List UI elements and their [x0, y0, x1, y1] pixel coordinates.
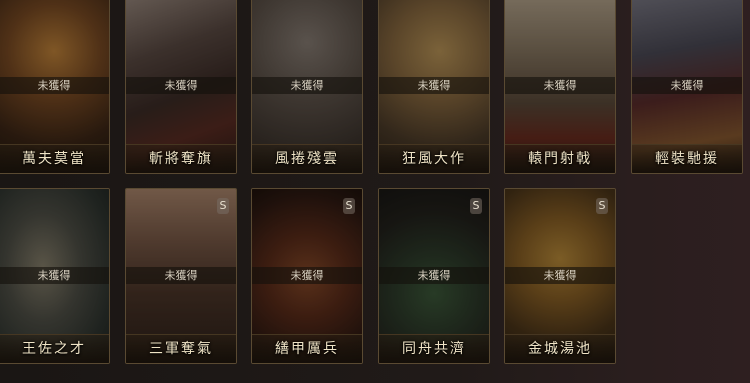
card-name: 斬將奪旗 [149, 151, 213, 167]
tactic-card-shanjia-libing[interactable]: S 未獲得 繕甲厲兵 [251, 188, 363, 364]
card-status: 未獲得 [126, 267, 236, 284]
card-status: 未獲得 [632, 77, 742, 94]
tactic-card-zhanjiang-duoqi[interactable]: 未獲得 斬將奪旗 [125, 0, 237, 174]
card-name: 輕裝馳援 [655, 151, 719, 167]
card-name: 金城湯池 [528, 341, 592, 357]
s-rank-icon: S [596, 198, 608, 214]
tactics-collection-grid: 未獲得 萬夫莫當 未獲得 斬將奪旗 未獲得 風捲殘雲 未獲得 狂風大作 未獲得 … [0, 0, 750, 383]
tactic-card-sanjun-duoqi[interactable]: S 未獲得 三軍奪氣 [125, 188, 237, 364]
card-status: 未獲得 [505, 77, 615, 94]
card-status: 未獲得 [379, 77, 489, 94]
s-rank-icon: S [217, 198, 229, 214]
tactic-card-wanfu-modang[interactable]: 未獲得 萬夫莫當 [0, 0, 110, 174]
card-status: 未獲得 [505, 267, 615, 284]
card-status: 未獲得 [0, 267, 109, 284]
card-name: 轅門射戟 [528, 151, 592, 167]
s-rank-icon: S [470, 198, 482, 214]
card-status: 未獲得 [0, 77, 109, 94]
card-status: 未獲得 [126, 77, 236, 94]
tactic-card-wangzuo-zhicai[interactable]: 未獲得 王佐之才 [0, 188, 110, 364]
card-name: 狂風大作 [402, 151, 466, 167]
card-status: 未獲得 [252, 77, 362, 94]
card-name: 王佐之才 [22, 341, 86, 357]
s-rank-icon: S [343, 198, 355, 214]
tactic-card-qingzhuang-chiyuan[interactable]: 未獲得 輕裝馳援 [631, 0, 743, 174]
card-name: 同舟共濟 [402, 341, 466, 357]
card-name: 風捲殘雲 [275, 151, 339, 167]
card-status: 未獲得 [379, 267, 489, 284]
tactic-card-kuangfeng-dazuo[interactable]: 未獲得 狂風大作 [378, 0, 490, 174]
tactic-card-tongzhou-gongji[interactable]: S 未獲得 同舟共濟 [378, 188, 490, 364]
tactic-card-fengjuan-canyun[interactable]: 未獲得 風捲殘雲 [251, 0, 363, 174]
tactic-card-jincheng-tangchi[interactable]: S 未獲得 金城湯池 [504, 188, 616, 364]
card-name: 繕甲厲兵 [275, 341, 339, 357]
card-name: 三軍奪氣 [149, 341, 213, 357]
card-status: 未獲得 [252, 267, 362, 284]
tactic-card-yuanmen-sheji[interactable]: 未獲得 轅門射戟 [504, 0, 616, 174]
card-name: 萬夫莫當 [22, 151, 86, 167]
